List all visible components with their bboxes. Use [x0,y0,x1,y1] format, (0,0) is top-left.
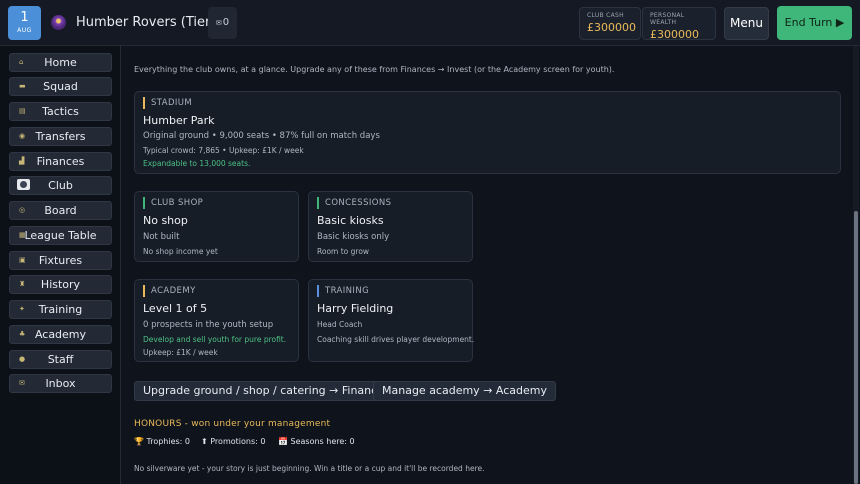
sidebar-item-staff[interactable]: ● Staff [9,350,112,369]
mail-icon: ✉ [215,19,222,27]
academy-icon: ♣ [19,330,26,338]
sidebar-item-league-table[interactable]: ▦ League Table [9,226,112,245]
club-shop-income: No shop income yet [143,247,218,256]
manage-academy-button[interactable]: Manage academy → Academy [373,381,556,401]
fixtures-icon: ▣ [19,256,26,264]
main-scrollbar[interactable] [853,46,859,484]
sidebar-item-label: Staff [47,353,74,366]
sidebar-item-inbox[interactable]: ✉ Inbox [9,374,112,393]
club-title: Humber Rovers (Tier 4) [76,15,228,30]
date-badge: 1 AUG [8,6,41,40]
history-icon: ♜ [19,280,26,288]
club-cash-panel: CLUB CASH £300000 [579,7,641,40]
seasons-count: 📅 Seasons here: 0 [278,437,355,446]
sidebar-item-label: Transfers [35,130,86,143]
academy-prospects: 0 prospects in the youth setup [143,320,274,330]
mail-count: 0 [222,17,230,28]
concessions-status: Basic kiosks only [317,232,390,242]
stadium-card: STADIUM Humber Park Original ground • 9,… [134,91,841,174]
concessions-note: Room to grow [317,247,370,256]
staff-icon: ● [19,355,26,363]
sidebar: ⌂ Home ▬ Squad ▤ Tactics ◉ Transfers ▟ Financ… [0,46,121,484]
sidebar-item-label: Club [48,179,73,192]
academy-level: Level 1 of 5 [143,302,208,315]
club-cash-label: CLUB CASH [587,12,624,19]
date-month: AUG [17,27,32,34]
personal-wealth-value: £300000 [650,28,699,41]
training-icon: ✦ [19,305,25,313]
sidebar-item-training[interactable]: ✦ Training [9,300,112,319]
club-cash-value: £300000 [587,21,636,34]
home-icon: ⌂ [19,58,24,66]
tactics-icon: ▤ [19,107,26,115]
stadium-crowd: Typical crowd: 7,865 • Upkeep: £1K / wee… [143,146,304,155]
concessions-card: CONCESSIONS Basic kiosks Basic kiosks on… [308,191,473,262]
inbox-counter[interactable]: ✉0 [208,7,237,39]
no-silverware-text: No silverware yet - your story is just b… [134,464,485,473]
stadium-name: Humber Park [143,114,215,127]
stadium-summary: Original ground • 9,000 seats • 87% full… [143,131,380,141]
club-shop-card: CLUB SHOP No shop Not built No shop inco… [134,191,299,262]
honours-heading: HONOURS - won under your management [134,419,331,429]
sidebar-item-label: Academy [34,328,87,341]
sidebar-item-tactics[interactable]: ▤ Tactics [9,102,112,121]
menu-button[interactable]: Menu [724,7,769,40]
personal-wealth-panel: PERSONAL WEALTH £300000 [642,7,716,41]
academy-card: ACADEMY Level 1 of 5 0 prospects in the … [134,279,299,362]
board-icon: ◎ [19,206,26,214]
club-crest-icon [51,15,66,30]
training-card: TRAINING Harry Fielding Head Coach Coach… [308,279,475,362]
main-content: Everything the club owns, at a glance. U… [121,46,847,484]
academy-upkeep: Upkeep: £1K / week [143,348,218,357]
upgrade-ground-button[interactable]: Upgrade ground / shop / catering → Finan… [134,381,399,401]
trophies-count: 🏆 Trophies: 0 [134,437,191,446]
coaching-note: Coaching skill drives player development… [317,335,475,344]
sidebar-item-label: Training [38,303,83,316]
head-coach-role: Head Coach [317,320,363,329]
sidebar-item-club[interactable]: Club [9,176,112,195]
sidebar-item-fixtures[interactable]: ▣ Fixtures [9,251,112,270]
sidebar-item-label: Fixtures [38,254,83,267]
league-table-icon: ▦ [19,231,26,239]
academy-tip: Develop and sell youth for pure profit. [143,335,287,344]
club-icon [17,179,30,190]
finances-icon: ▟ [19,157,25,165]
concessions-title: Basic kiosks [317,214,384,227]
sidebar-item-board[interactable]: ◎ Board [9,201,112,220]
promotions-count: ⬆ Promotions: 0 [201,437,266,446]
sidebar-item-label: League Table [24,229,97,242]
personal-wealth-label: PERSONAL WEALTH [650,12,685,26]
club-shop-title: No shop [143,214,188,227]
squad-icon: ▬ [19,82,26,90]
sidebar-item-home[interactable]: ⌂ Home [9,53,112,72]
sidebar-item-label: Squad [43,80,78,93]
sidebar-item-label: History [40,278,81,291]
club-shop-tag: CLUB SHOP [143,197,203,209]
transfers-icon: ◉ [19,132,26,140]
training-tag: TRAINING [317,285,369,297]
date-day: 1 [20,10,29,25]
stadium-tag: STADIUM [143,97,192,109]
top-bar: 1 AUG Humber Rovers (Tier 4) ✉0 CLUB CAS… [0,0,860,46]
club-shop-status: Not built [143,232,180,242]
head-coach-name: Harry Fielding [317,302,394,315]
sidebar-item-squad[interactable]: ▬ Squad [9,77,112,96]
sidebar-item-transfers[interactable]: ◉ Transfers [9,127,112,146]
sidebar-item-finances[interactable]: ▟ Finances [9,152,112,171]
end-turn-button[interactable]: End Turn ▶ [777,6,852,40]
concessions-tag: CONCESSIONS [317,197,391,209]
sidebar-item-label: Home [44,56,77,69]
sidebar-item-label: Inbox [45,377,76,390]
stadium-expandable: Expandable to 13,000 seats. [143,159,251,168]
intro-text: Everything the club owns, at a glance. U… [134,65,615,74]
sidebar-item-history[interactable]: ♜ History [9,275,112,294]
sidebar-item-label: Board [44,204,77,217]
inbox-icon: ✉ [19,379,25,387]
scrollbar-thumb[interactable] [854,211,858,484]
sidebar-item-label: Finances [36,155,85,168]
sidebar-item-label: Tactics [42,105,79,118]
sidebar-item-academy[interactable]: ♣ Academy [9,325,112,344]
academy-tag: ACADEMY [143,285,196,297]
